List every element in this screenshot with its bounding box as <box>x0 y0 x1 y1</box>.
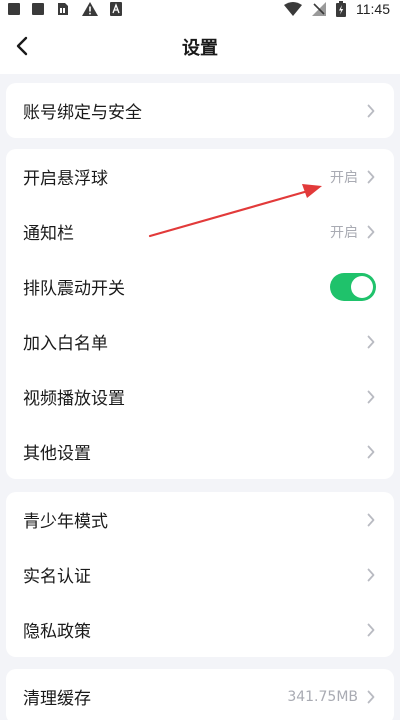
row-floating-ball[interactable]: 开启悬浮球 开启 <box>6 149 394 204</box>
chevron-right-icon <box>366 389 376 405</box>
row-notification-bar[interactable]: 通知栏 开启 <box>6 204 394 259</box>
app-icon <box>8 3 20 15</box>
row-teen-mode[interactable]: 青少年模式 <box>6 492 394 547</box>
wifi-icon <box>284 2 302 16</box>
chevron-right-icon <box>366 103 376 119</box>
row-label: 通知栏 <box>23 224 74 244</box>
page-title: 设置 <box>182 38 218 59</box>
battery-charging-icon <box>336 1 346 17</box>
chevron-right-icon <box>366 444 376 460</box>
row-queue-vibration: 排队震动开关 <box>6 259 394 314</box>
a-icon <box>110 2 122 16</box>
row-value: 341.75MB <box>287 688 358 705</box>
row-other-settings[interactable]: 其他设置 <box>6 424 394 479</box>
row-label: 视频播放设置 <box>23 389 125 409</box>
row-real-name-auth[interactable]: 实名认证 <box>6 547 394 602</box>
chevron-right-icon <box>366 567 376 583</box>
chevron-right-icon <box>366 689 376 705</box>
row-video-playback[interactable]: 视频播放设置 <box>6 369 394 424</box>
row-label: 开启悬浮球 <box>23 169 108 189</box>
row-privacy-policy[interactable]: 隐私政策 <box>6 602 394 657</box>
settings-group-account: 账号绑定与安全 <box>6 83 394 138</box>
row-label: 青少年模式 <box>23 512 108 532</box>
chevron-right-icon <box>366 169 376 185</box>
row-value: 开启 <box>330 169 358 186</box>
chevron-right-icon <box>366 334 376 350</box>
settings-group-privacy: 青少年模式 实名认证 隐私政策 <box>6 492 394 657</box>
toggle-knob <box>351 275 373 298</box>
chevron-right-icon <box>366 622 376 638</box>
row-label: 隐私政策 <box>23 622 91 642</box>
row-label: 排队震动开关 <box>23 279 125 299</box>
row-clear-cache[interactable]: 清理缓存 341.75MB <box>6 669 394 720</box>
row-value: 开启 <box>330 224 358 241</box>
chevron-right-icon <box>366 512 376 528</box>
status-bar: 11:45 <box>0 0 400 18</box>
chevron-right-icon <box>366 224 376 240</box>
row-label: 账号绑定与安全 <box>23 103 142 123</box>
warning-icon <box>82 2 98 16</box>
row-label: 其他设置 <box>23 444 91 464</box>
settings-group-general: 开启悬浮球 开启 通知栏 开启 排队震动开关 加入白名单 视频播放设置 其他设置 <box>6 149 394 479</box>
no-signal-icon <box>312 2 326 16</box>
row-whitelist[interactable]: 加入白名单 <box>6 314 394 369</box>
row-label: 清理缓存 <box>23 689 91 709</box>
sim-icon <box>58 3 68 15</box>
row-account-security[interactable]: 账号绑定与安全 <box>6 83 394 138</box>
row-label: 加入白名单 <box>23 334 108 354</box>
app-icon <box>32 3 44 15</box>
settings-page: 11:45 设置 账号绑定与安全 开启悬浮球 开启 通知栏 开启 排队震动开关 … <box>0 0 400 720</box>
row-label: 实名认证 <box>23 567 91 587</box>
status-time: 11:45 <box>356 1 390 17</box>
queue-vibration-toggle[interactable] <box>330 272 376 301</box>
settings-group-cache: 清理缓存 341.75MB <box>6 669 394 720</box>
nav-bar: 设置 <box>0 18 400 74</box>
